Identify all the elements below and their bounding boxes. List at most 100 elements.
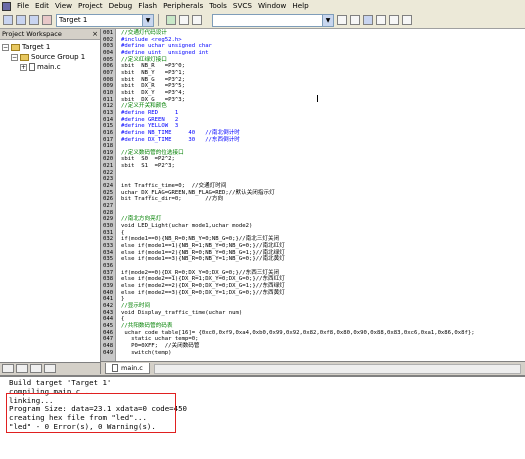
stop-build-icon[interactable] (42, 15, 52, 25)
code-line[interactable]: 040 else if(mode2==3){DX_R=0;DX_Y=1;DX_G=… (103, 290, 525, 297)
templates-tab-icon[interactable] (44, 364, 56, 373)
code-line[interactable]: 029 //南北方向亮灯 (103, 216, 525, 223)
tree-item-main-c[interactable]: + main.c (2, 62, 100, 72)
code-line[interactable]: 014 #define GREEN 2 (103, 117, 525, 124)
menu-edit[interactable]: Edit (32, 0, 52, 12)
code-line[interactable]: 005 //定义红绿灯接口 (103, 57, 525, 64)
code-area[interactable]: 001 //交通灯代码设计 002 #include <reg52.h> 003 #def… (103, 30, 525, 356)
code-line[interactable]: 038 else if(mode2==1){DX_R=1;DX_Y=0;DX_G=… (103, 276, 525, 283)
code-line[interactable]: 003 #define uchar unsigned char (103, 43, 525, 50)
find-combo[interactable]: ▼ (212, 13, 334, 27)
line-number: 038 (103, 276, 114, 283)
code-line[interactable]: 001 //交通灯代码设计 (103, 30, 525, 37)
code-line[interactable]: 019 //定义数码管的位选接口 (103, 150, 525, 157)
code-line[interactable]: 017 #define DX_TIME 30 //东西倒计时 (103, 137, 525, 144)
menu-svcs[interactable]: SVCS (230, 0, 255, 12)
code-line[interactable]: 013 #define RED 1 (103, 110, 525, 117)
code-line[interactable]: 015 #define YELLOW 3 (103, 123, 525, 130)
target-options-icon[interactable] (166, 15, 176, 25)
menu-peripherals[interactable]: Peripherals (160, 0, 206, 12)
code-line[interactable]: 021 sbit S1 =P2^3; (103, 163, 525, 170)
code-line[interactable]: 042 //显示时间 (103, 303, 525, 310)
line-text: //交通灯代码设计 (121, 30, 167, 36)
code-line[interactable]: 016 #define NB_TIME 40 //南北倒计时 (103, 130, 525, 137)
translate-icon[interactable] (3, 15, 13, 25)
code-line[interactable]: 044 { (103, 316, 525, 323)
line-number: 017 (103, 136, 114, 143)
code-line[interactable]: 030 void LED_Light(uchar mode1,uchar mode… (103, 223, 525, 230)
code-line[interactable]: 041} (103, 296, 525, 303)
menu-debug[interactable]: Debug (106, 0, 136, 12)
horizontal-scrollbar[interactable] (153, 363, 521, 374)
code-line[interactable]: 012 //定义开关和颜色 (103, 103, 525, 110)
chevron-down-icon[interactable]: ▼ (142, 14, 153, 26)
code-line[interactable]: 026 bit Traffic_dir=0; //方向 (103, 196, 525, 203)
line-text: #define YELLOW 3 (121, 123, 179, 130)
menu-tools[interactable]: Tools (206, 0, 230, 12)
collapse-icon[interactable]: − (11, 53, 18, 61)
tree-item-target[interactable]: − Target 1 (2, 42, 100, 52)
manage-components-icon[interactable] (192, 15, 202, 25)
code-line[interactable]: 039 else if(mode2==2){DX_R=0;DX_Y=0;DX_G=… (103, 283, 525, 290)
code-line[interactable]: 045 //共阳数码管的码表 (103, 323, 525, 330)
code-line[interactable]: 006 sbit NB_R =P3^0; (103, 63, 525, 70)
debug-session-icon[interactable] (363, 15, 373, 25)
functions-tab-icon[interactable] (30, 364, 42, 373)
code-line[interactable]: 032 if(mode1==0){NB_R=0;NB_Y=0;NB_G=0;}//… (103, 236, 525, 243)
menu-flash[interactable]: Flash (135, 0, 160, 12)
close-icon[interactable]: × (92, 30, 98, 38)
line-text: #define uint unsigned int (121, 49, 209, 56)
code-line[interactable]: 010 sbit DX_Y =P3^4; (103, 90, 525, 97)
menu-window[interactable]: Window (255, 0, 289, 12)
code-line[interactable]: 043 void Display_traffic_time(uchar num) (103, 310, 525, 317)
folder-icon (20, 53, 29, 61)
find-in-files-icon[interactable] (337, 15, 347, 25)
books-tab-icon[interactable] (16, 364, 28, 373)
menu-view[interactable]: View (52, 0, 75, 12)
code-line[interactable]: 024 int Traffic_time=0; //交通灯时间 (103, 183, 525, 190)
collapse-icon[interactable]: − (2, 43, 9, 51)
code-line[interactable]: 004 #define uint unsigned int (103, 50, 525, 57)
build-icon[interactable] (16, 15, 26, 25)
tree-item-source-group[interactable]: − Source Group 1 (2, 52, 100, 62)
menu-file[interactable]: File (14, 0, 32, 12)
breakpoint-icon[interactable] (376, 15, 386, 25)
code-line[interactable]: 048 P0=0XFF; //关闭数码管 (103, 343, 525, 350)
code-line[interactable]: 027 (103, 203, 525, 210)
file-extensions-icon[interactable] (179, 15, 189, 25)
line-number: 021 (103, 163, 114, 170)
configure-icon[interactable] (389, 15, 399, 25)
line-text: #define DX_TIME 30 //东西倒计时 (121, 136, 240, 143)
code-line[interactable]: 033 else if(mode1==1){NB_R=1;NB_Y=0;NB_G=… (103, 243, 525, 250)
code-line[interactable]: 018 (103, 143, 525, 150)
code-line[interactable]: 009 sbit DX_R =P3^5; (103, 83, 525, 90)
line-text: bit Traffic_dir=0; //方向 (121, 196, 224, 203)
expand-icon[interactable]: + (20, 63, 27, 71)
code-line[interactable]: 020 sbit S0 =P2^2; (103, 156, 525, 163)
tree-item-main-c-label: main.c (37, 63, 61, 71)
code-line[interactable]: 049 switch(temp) (103, 350, 525, 357)
rebuild-icon[interactable] (29, 15, 39, 25)
tab-main-c[interactable]: main.c (105, 363, 150, 374)
line-number: 044 (103, 316, 114, 323)
code-line[interactable]: 036 (103, 263, 525, 270)
project-tab-icon[interactable] (2, 364, 14, 373)
project-workspace: Project Workspace × − Target 1 − Source … (0, 29, 101, 374)
menu-help[interactable]: Help (289, 0, 311, 12)
window-layout-icon[interactable] (402, 15, 412, 25)
line-text: sbit DX_R =P3^5; (121, 83, 185, 90)
menu-project[interactable]: Project (75, 0, 106, 12)
code-line[interactable]: 022 (103, 170, 525, 177)
code-line[interactable]: 028 (103, 210, 525, 217)
code-line[interactable]: 046 uchar code table[16]= {0xc0,0xf9,0xa… (103, 330, 525, 337)
tab-main-c-label: main.c (121, 364, 143, 372)
code-line[interactable]: 035 else if(mode1==3){NB_R=0;NB_Y=1;NB_G=… (103, 256, 525, 263)
code-line[interactable]: 002 #include <reg52.h> (103, 37, 525, 44)
code-line[interactable]: 047 static uchar temp=0; (103, 336, 525, 343)
code-editor[interactable]: 001 //交通灯代码设计 002 #include <reg52.h> 003 #def… (101, 29, 525, 361)
code-line[interactable]: 007 sbit NB_Y =P3^1; (103, 70, 525, 77)
code-line[interactable]: 008 sbit NB_G =P3^2; (103, 77, 525, 84)
target-select[interactable]: Target 1 ▼ (56, 13, 154, 27)
chevron-down-icon[interactable]: ▼ (322, 14, 333, 26)
find-icon[interactable] (350, 15, 360, 25)
